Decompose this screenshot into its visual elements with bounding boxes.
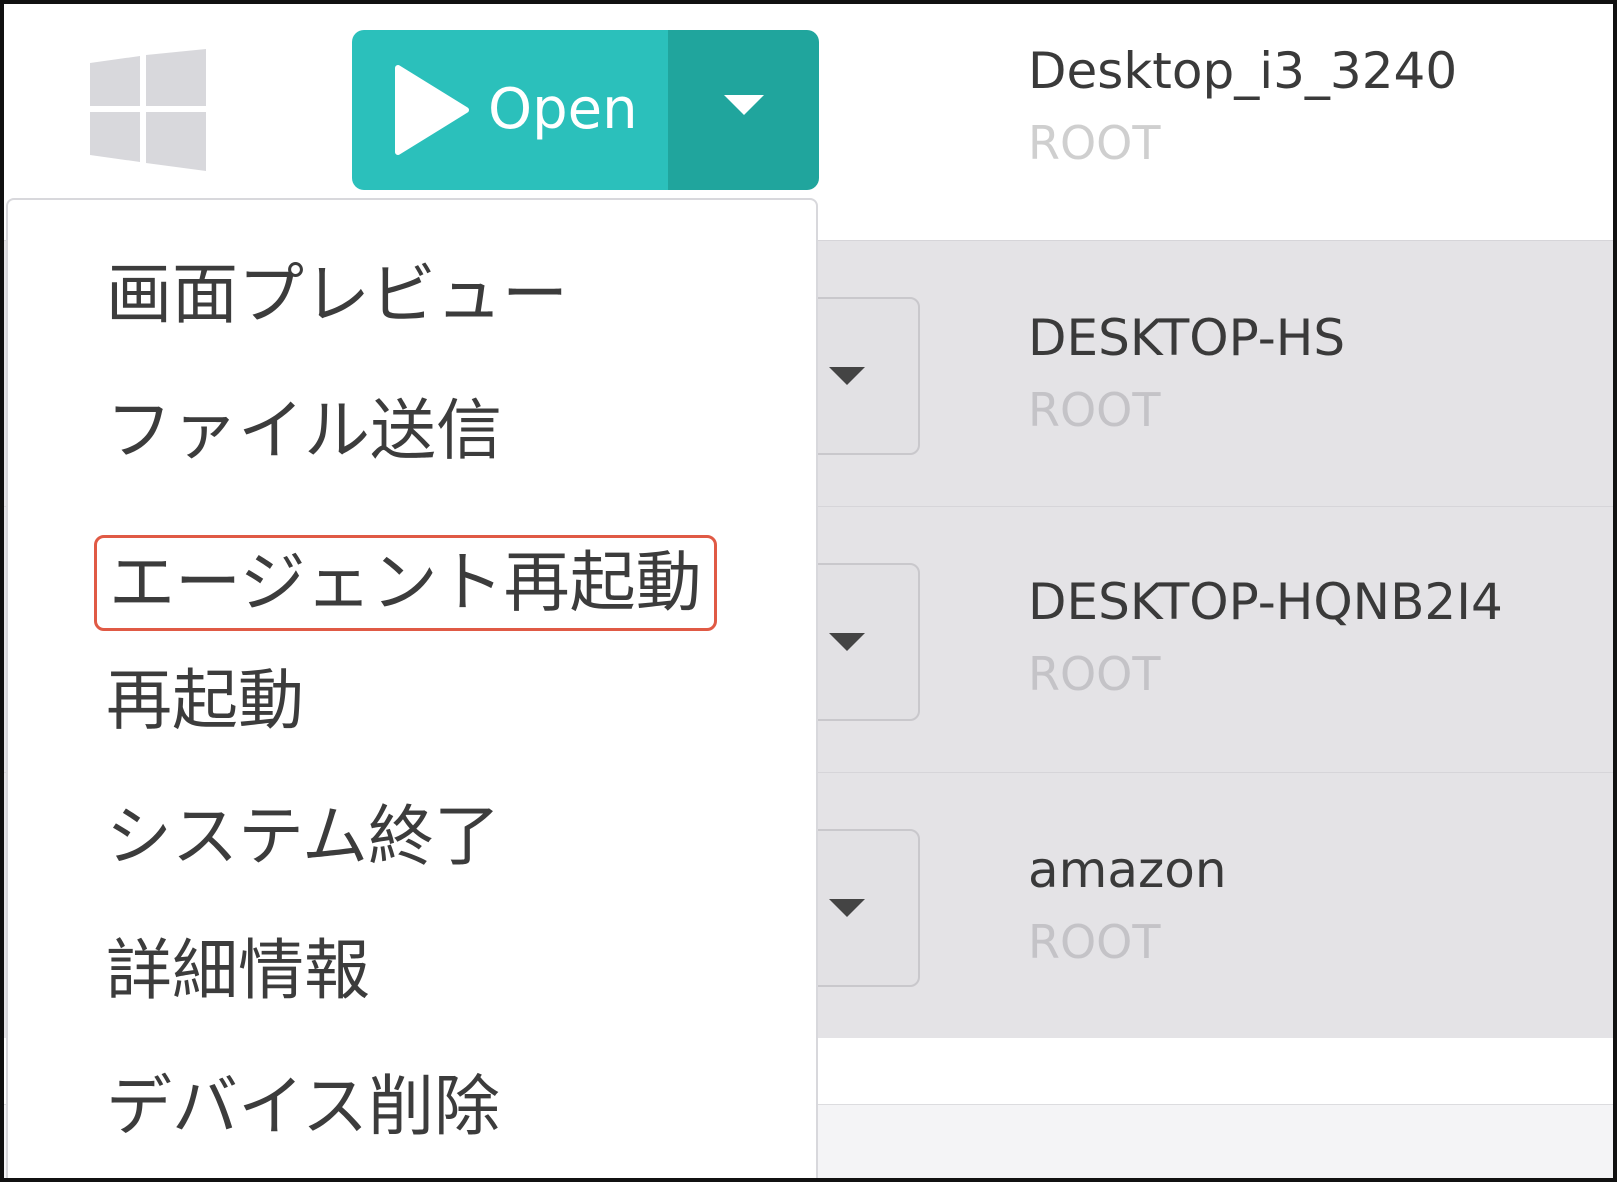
device-info[interactable]: Desktop_i3_3240 ROOT: [1028, 46, 1457, 166]
open-split-button: Open: [352, 30, 819, 190]
menu-item-shutdown[interactable]: システム終了: [106, 792, 500, 882]
open-button-label: Open: [488, 77, 638, 142]
caret-down-icon: [829, 367, 865, 385]
caret-down-icon: [829, 633, 865, 651]
menu-item-restart-agent[interactable]: エージェント再起動: [94, 535, 717, 631]
device-name: DESKTOP-HQNB2I4: [1028, 573, 1503, 631]
device-group: ROOT: [1028, 915, 1161, 969]
menu-item-delete-device[interactable]: デバイス削除: [106, 1062, 500, 1152]
actions-dropdown-menu: 画面プレビュー ファイル送信 エージェント再起動 再起動 システム終了 詳細情報…: [6, 198, 818, 1178]
device-group: ROOT: [1028, 116, 1161, 170]
caret-down-icon: [829, 899, 865, 917]
menu-item-screen-preview[interactable]: 画面プレビュー: [106, 250, 568, 340]
device-info[interactable]: DESKTOP-HQNB2I4 ROOT: [1028, 577, 1503, 697]
device-info[interactable]: DESKTOP-HS ROOT: [1028, 313, 1345, 433]
menu-item-send-file[interactable]: ファイル送信: [106, 386, 502, 476]
open-button[interactable]: Open: [352, 30, 668, 190]
play-icon: [390, 64, 470, 156]
device-name: DESKTOP-HS: [1028, 309, 1346, 367]
open-dropdown-toggle[interactable]: [668, 30, 819, 190]
device-group: ROOT: [1028, 383, 1161, 437]
device-group: ROOT: [1028, 647, 1161, 701]
windows-logo-icon: [90, 49, 212, 171]
device-list-window: Open Desktop_i3_3240 ROOT DESKTOP-HS ROO…: [0, 0, 1617, 1182]
device-info[interactable]: amazon ROOT: [1028, 845, 1227, 965]
device-name: amazon: [1028, 841, 1227, 899]
caret-down-icon: [723, 95, 764, 115]
menu-item-restart[interactable]: 再起動: [106, 656, 304, 746]
menu-item-details[interactable]: 詳細情報: [106, 926, 370, 1016]
device-name: Desktop_i3_3240: [1028, 42, 1458, 100]
